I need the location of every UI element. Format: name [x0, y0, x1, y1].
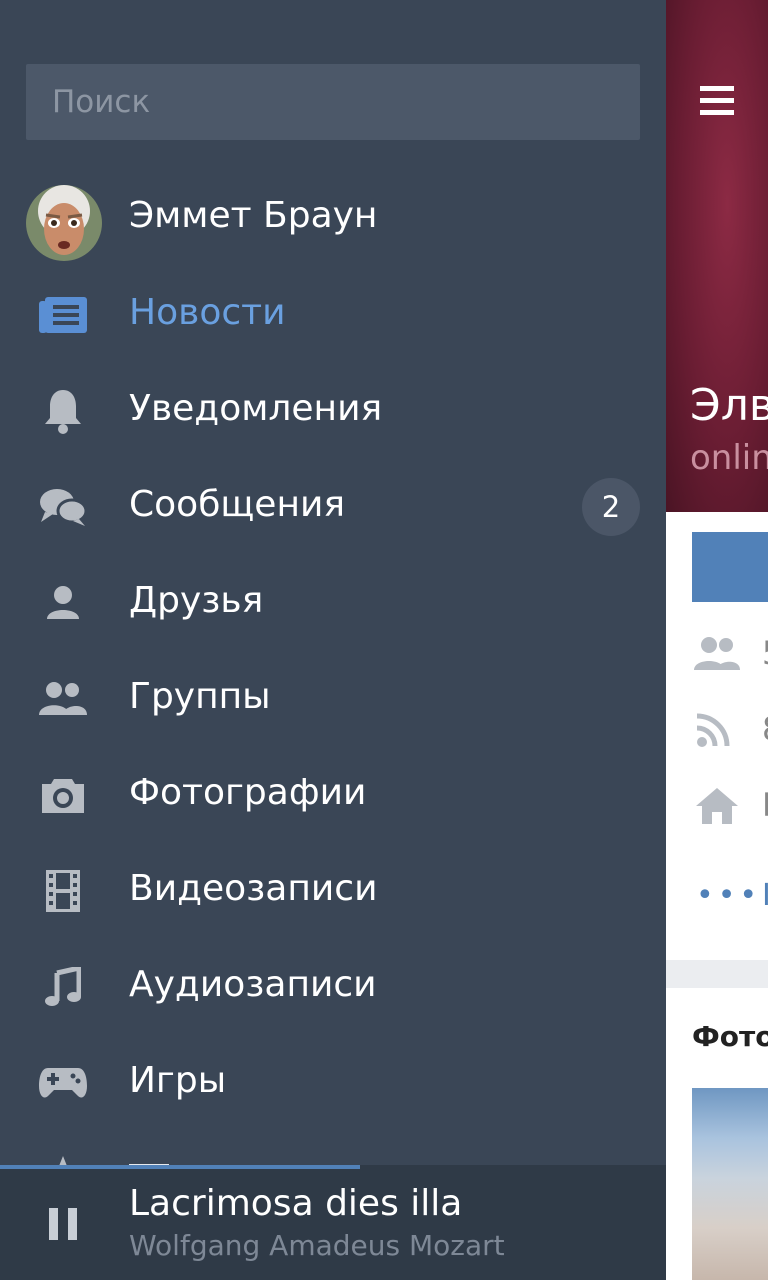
menu-item-label: Группы: [129, 676, 271, 717]
music-note-icon: [38, 963, 88, 1011]
more-info-link[interactable]: ••• I: [696, 878, 768, 913]
menu-item-videos[interactable]: Видеозаписи: [0, 843, 666, 939]
film-icon: [38, 867, 88, 915]
menu-item-label: Видеозаписи: [129, 868, 378, 909]
people-icon: [38, 675, 88, 723]
profile-page: Элв onlin 5 8 Г ••• I Фото: [666, 0, 768, 1280]
photos-section-title: Фото: [692, 1020, 768, 1053]
profile-page-status: onlin: [690, 438, 768, 478]
photo-thumbnail[interactable]: [692, 1088, 768, 1280]
section-divider: [666, 960, 768, 988]
unread-count-badge: 2: [582, 478, 640, 536]
info-row-followers-text: 8: [762, 710, 768, 748]
profile-page-name: Элв: [690, 380, 768, 431]
menu-item-label: Аудиозаписи: [129, 964, 377, 1005]
audio-player-bar[interactable]: Lacrimosa dies illa Wolfgang Amadeus Moz…: [0, 1165, 666, 1280]
newspaper-icon: [38, 291, 88, 339]
more-info-text: I: [762, 878, 768, 913]
people-icon: [694, 637, 740, 670]
profile-item[interactable]: Эммет Браун: [0, 168, 666, 264]
menu-item-friends[interactable]: Друзья: [0, 555, 666, 651]
camera-icon: [38, 771, 88, 819]
profile-cover: Элв onlin: [666, 0, 768, 512]
rss-icon: [696, 713, 730, 747]
info-row-friends[interactable]: 5: [692, 634, 768, 674]
search-input[interactable]: [26, 64, 640, 140]
menu-item-games[interactable]: Игры: [0, 1035, 666, 1131]
track-artist: Wolfgang Amadeus Mozart: [129, 1229, 505, 1262]
info-row-city-text: Г: [762, 786, 768, 824]
menu-item-label: Сообщения: [129, 484, 346, 525]
dots-icon: •••: [696, 878, 762, 913]
pause-icon[interactable]: [49, 1208, 77, 1240]
gamepad-icon: [38, 1059, 88, 1107]
menu-item-news[interactable]: Новости: [0, 267, 666, 363]
menu-item-label: Уведомления: [129, 388, 383, 429]
profile-name: Эммет Браун: [129, 195, 378, 236]
avatar: [26, 185, 102, 261]
menu-item-messages[interactable]: Сообщения 2: [0, 459, 666, 555]
track-title: Lacrimosa dies illa: [129, 1183, 463, 1224]
chat-icon: [38, 483, 88, 531]
info-row-city[interactable]: Г: [692, 786, 768, 826]
menu-item-notifications[interactable]: Уведомления: [0, 363, 666, 459]
hamburger-menu-icon[interactable]: [700, 86, 734, 118]
menu-item-label: Игры: [129, 1060, 227, 1101]
bell-icon: [38, 387, 88, 435]
info-row-friends-text: 5: [762, 634, 768, 672]
menu-item-photos[interactable]: Фотографии: [0, 747, 666, 843]
menu-item-label: Новости: [129, 292, 286, 333]
home-icon: [696, 788, 738, 824]
person-icon: [38, 579, 88, 627]
profile-action-button[interactable]: [692, 532, 768, 602]
menu-item-label: Друзья: [129, 580, 264, 621]
navigation-drawer: Эммет Браун Новости Уведомления: [0, 0, 666, 1280]
info-row-followers[interactable]: 8: [692, 710, 768, 750]
menu-item-audio[interactable]: Аудиозаписи: [0, 939, 666, 1035]
menu-item-label: Фотографии: [129, 772, 367, 813]
menu-item-groups[interactable]: Группы: [0, 651, 666, 747]
playback-progress-bar[interactable]: [0, 1165, 360, 1169]
